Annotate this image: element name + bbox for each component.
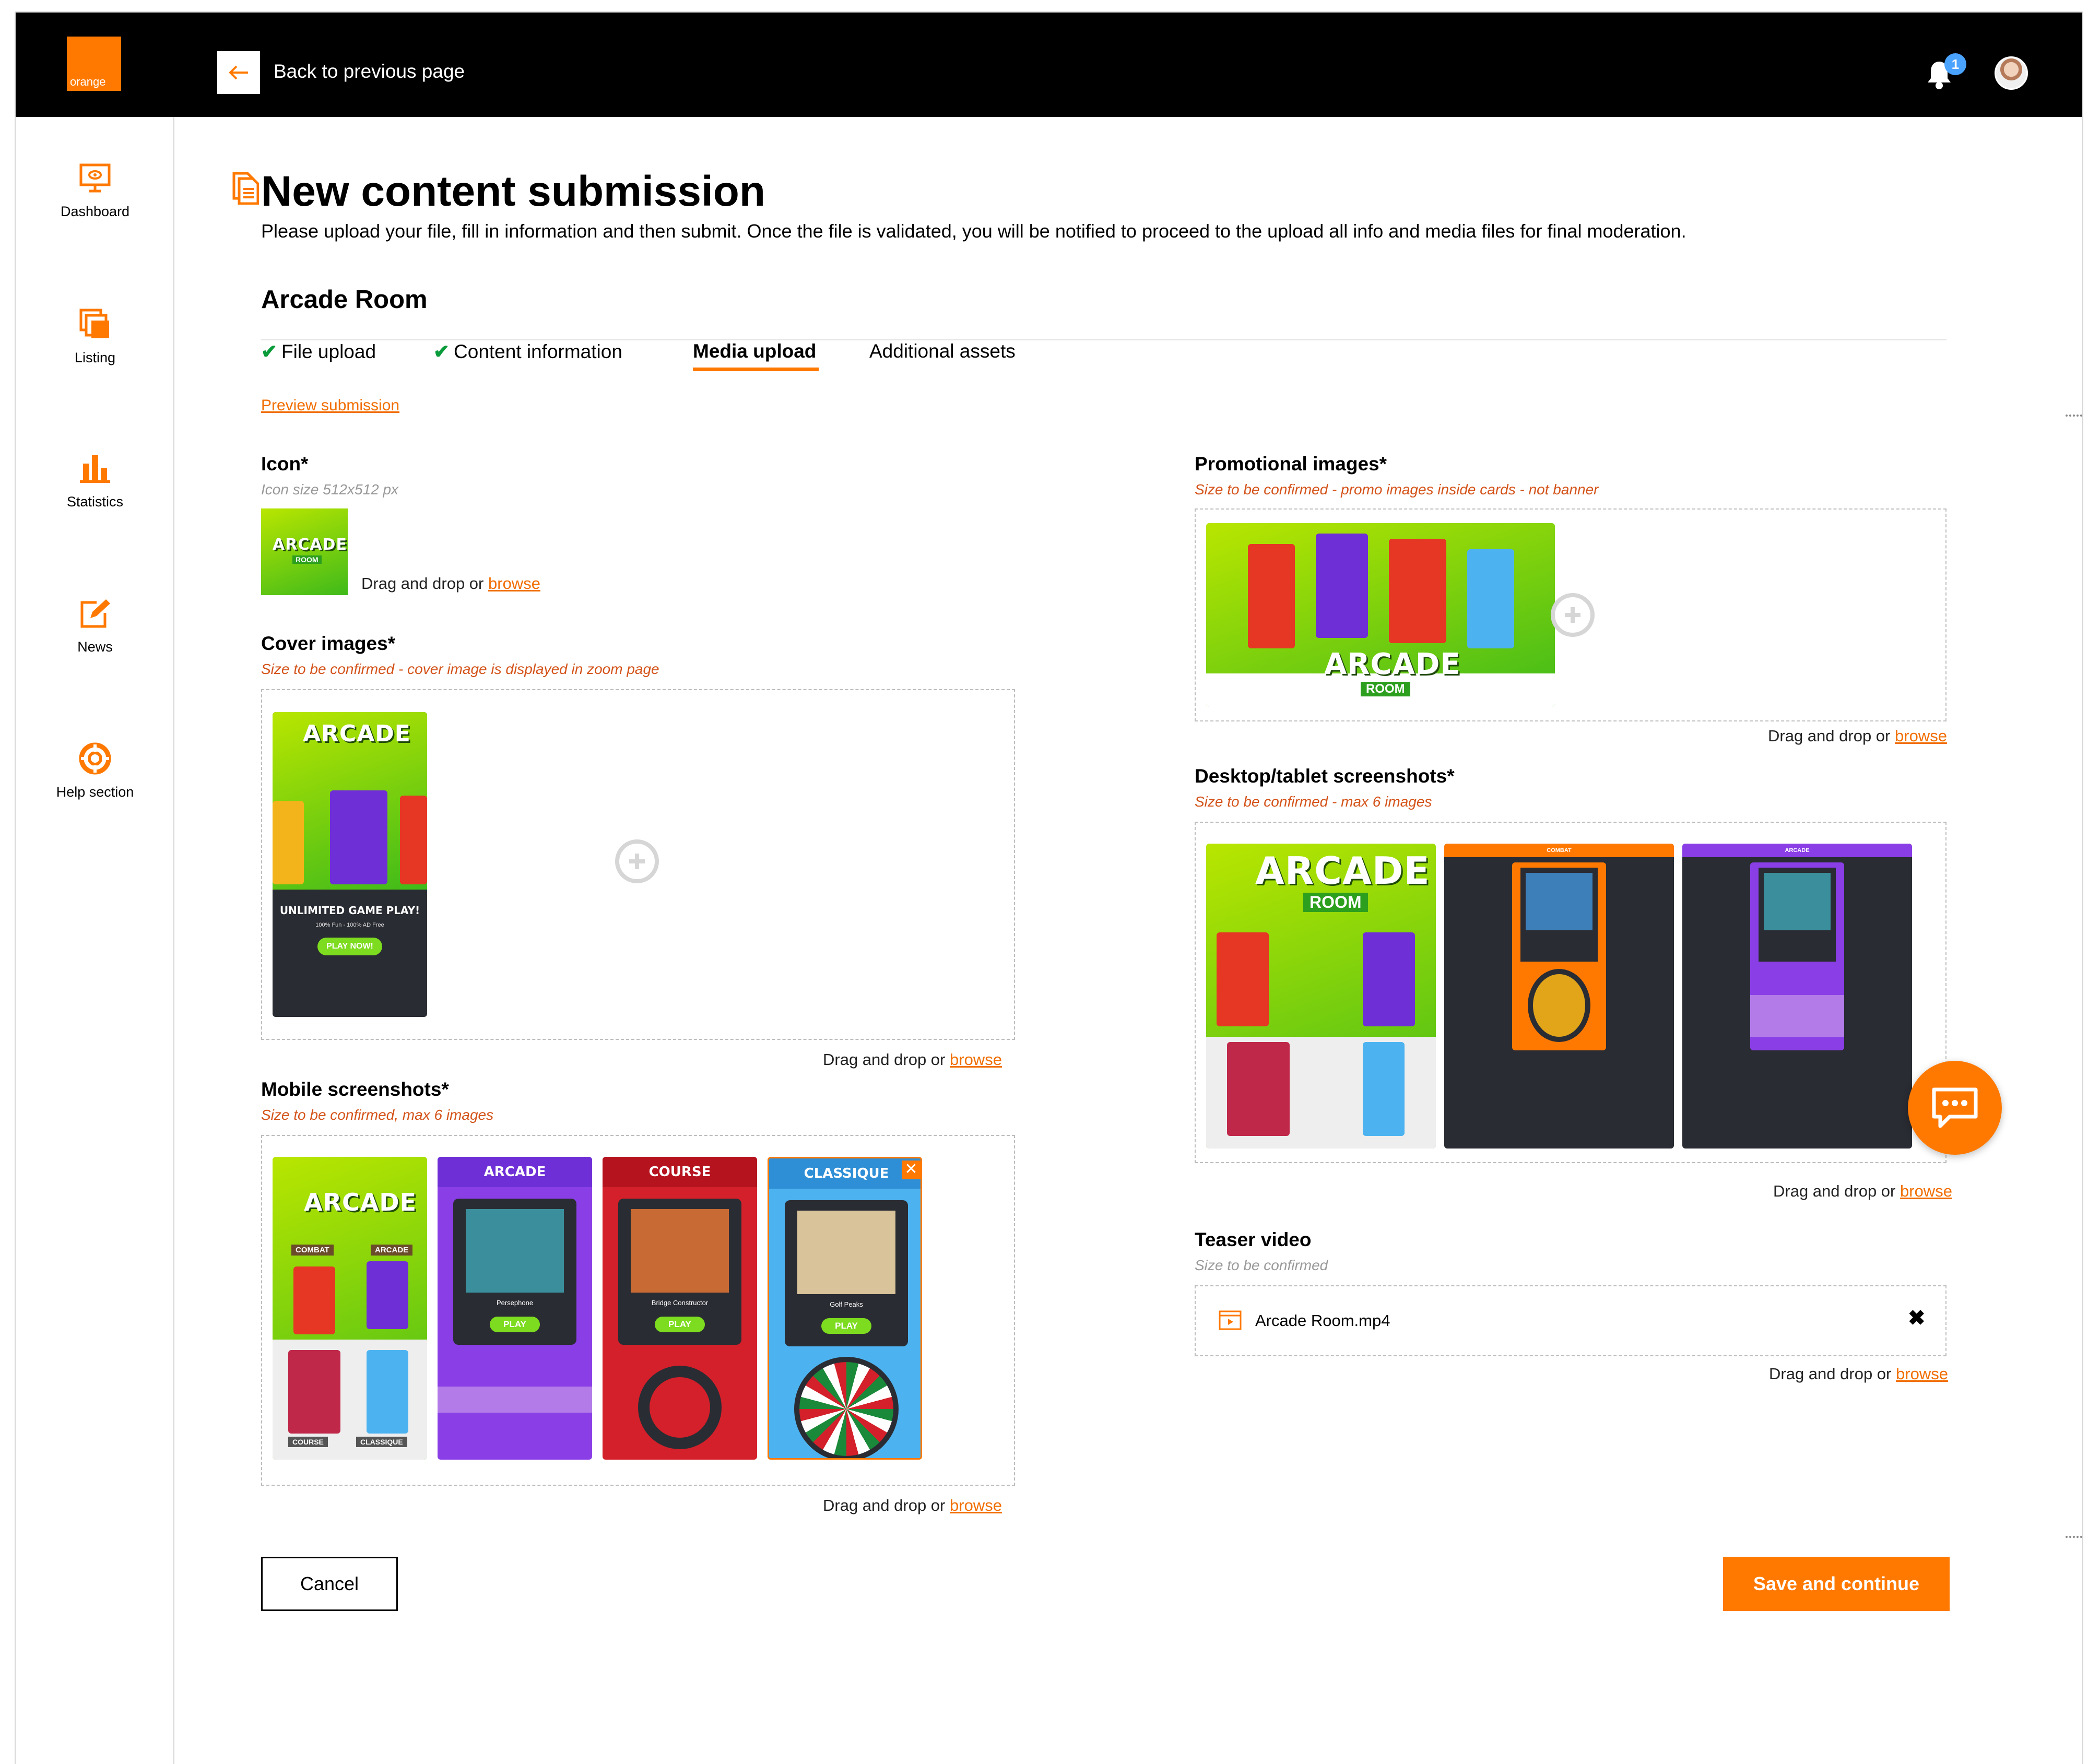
icon-label: Icon* xyxy=(261,453,309,475)
lifebuoy-icon xyxy=(79,742,111,775)
teaser-label: Teaser video xyxy=(1195,1229,1312,1250)
sidebar-item-dashboard[interactable]: Dashboard xyxy=(16,162,174,220)
desktop-screenshot[interactable]: ARCADE xyxy=(1682,844,1912,1149)
avatar[interactable] xyxy=(1995,56,2028,90)
sidebar: Dashboard Listing Statistics News Help s… xyxy=(16,117,174,1764)
content-name: Arcade Room xyxy=(261,286,428,314)
tab-file-upload[interactable]: ✔ File upload xyxy=(261,340,376,363)
browse-link[interactable]: browse xyxy=(488,574,540,593)
document-icon xyxy=(232,172,259,205)
preview-submission-link[interactable]: Preview submission xyxy=(261,397,399,415)
cover-image[interactable]: ARCADE UNLIMITED GAME PLAY! 100% Fun - 1… xyxy=(273,712,427,1017)
cover-hint: Size to be confirmed - cover image is di… xyxy=(261,661,659,677)
check-icon: ✔ xyxy=(261,341,278,362)
orange-logo[interactable]: orange xyxy=(67,37,121,91)
tab-media-upload[interactable]: Media upload xyxy=(693,340,816,362)
chat-icon xyxy=(1932,1087,1978,1128)
desktop-label: Desktop/tablet screenshots* xyxy=(1195,765,1455,787)
notification-badge: 1 xyxy=(1944,53,1966,75)
add-image-icon[interactable] xyxy=(1551,593,1595,637)
browse-link[interactable]: browse xyxy=(1896,1365,1948,1383)
promo-drop-text: Drag and drop or browse xyxy=(1768,727,1947,745)
desktop-dropzone[interactable]: ARCADE ROOM COMBAT ARCADE xyxy=(1195,822,1947,1163)
icon-image[interactable]: ARCADE ROOM xyxy=(261,508,348,595)
promo-label: Promotional images* xyxy=(1195,453,1387,475)
teaser-file-row: Arcade Room.mp4 ✖ xyxy=(1195,1285,1947,1356)
edit-icon xyxy=(80,599,110,628)
video-file-icon xyxy=(1219,1310,1242,1330)
monitor-icon xyxy=(79,163,111,193)
tab-content-information[interactable]: ✔ Content information xyxy=(433,340,622,363)
icon-hint: Icon size 512x512 px xyxy=(261,481,399,498)
sidebar-item-listing[interactable]: Listing xyxy=(16,308,174,366)
check-icon: ✔ xyxy=(433,341,450,362)
browse-link[interactable]: browse xyxy=(1895,727,1947,745)
cancel-button[interactable]: Cancel xyxy=(261,1557,398,1611)
mobile-screenshot[interactable]: ARCADE COMBAT ARCADE COURSE CLASSIQUE xyxy=(273,1157,427,1460)
mobile-label: Mobile screenshots* xyxy=(261,1079,449,1100)
browse-link[interactable]: browse xyxy=(1900,1182,1952,1200)
add-image-icon[interactable] xyxy=(615,839,659,883)
cover-dropzone[interactable]: ARCADE UNLIMITED GAME PLAY! 100% Fun - 1… xyxy=(261,689,1015,1040)
desktop-screenshot[interactable]: ARCADE ROOM xyxy=(1206,844,1436,1149)
remove-icon[interactable]: ✕ xyxy=(902,1161,921,1179)
browse-link[interactable]: browse xyxy=(950,1496,1002,1514)
top-bar: orange Back to previous page 1 xyxy=(16,13,2082,117)
arrow-left-icon xyxy=(229,65,248,80)
desktop-drop-text: Drag and drop or browse xyxy=(1773,1182,1952,1200)
tab-active-underline xyxy=(693,368,819,371)
promo-dropzone[interactable]: ARCADE ROOM xyxy=(1195,508,1947,721)
back-button[interactable] xyxy=(217,51,260,94)
tab-additional-assets[interactable]: Additional assets xyxy=(869,340,1016,362)
sidebar-item-help[interactable]: Help section xyxy=(16,742,174,800)
listing-icon xyxy=(79,309,109,338)
close-icon[interactable]: ✖ xyxy=(1908,1306,1926,1330)
save-and-continue-button[interactable]: Save and continue xyxy=(1723,1557,1950,1611)
mobile-screenshot[interactable]: CLASSIQUE ✕ Golf Peaks PLAY xyxy=(768,1157,922,1460)
app-window: orange Back to previous page 1 Dashboard… xyxy=(15,11,2083,1764)
main-content: New content submission Please upload you… xyxy=(174,117,2082,1764)
mobile-hint: Size to be confirmed, max 6 images xyxy=(261,1107,494,1123)
teaser-hint: Size to be confirmed xyxy=(1195,1257,1328,1273)
page-description: Please upload your file, fill in informa… xyxy=(261,220,1686,242)
back-link[interactable]: Back to previous page xyxy=(274,61,465,82)
desktop-screenshot[interactable]: COMBAT xyxy=(1444,844,1674,1149)
desktop-hint: Size to be confirmed - max 6 images xyxy=(1195,794,1432,810)
browse-link[interactable]: browse xyxy=(950,1050,1002,1069)
mobile-screenshot[interactable]: COURSE Bridge Constructor PLAY xyxy=(603,1157,757,1460)
scroll-marker xyxy=(2066,1536,2082,1538)
bar-chart-icon xyxy=(80,455,110,483)
cover-label: Cover images* xyxy=(261,633,396,654)
chat-button[interactable] xyxy=(1908,1061,2002,1155)
scroll-marker xyxy=(2066,415,2082,417)
mobile-drop-text: Drag and drop or browse xyxy=(823,1496,1002,1514)
teaser-file-name: Arcade Room.mp4 xyxy=(1255,1311,1390,1330)
teaser-drop-text: Drag and drop or browse xyxy=(1769,1365,1948,1383)
cover-drop-text: Drag and drop or browse xyxy=(823,1050,1002,1069)
icon-drop-text: Drag and drop or browse xyxy=(361,574,540,593)
mobile-screenshot[interactable]: ARCADE Persephone PLAY xyxy=(438,1157,592,1460)
mobile-dropzone[interactable]: ARCADE COMBAT ARCADE COURSE CLASSIQUE AR… xyxy=(261,1135,1015,1486)
sidebar-item-news[interactable]: News xyxy=(16,597,174,655)
promo-hint: Size to be confirmed - promo images insi… xyxy=(1195,481,1599,498)
page-title: New content submission xyxy=(261,168,765,215)
sidebar-item-statistics[interactable]: Statistics xyxy=(16,452,174,510)
promo-image[interactable]: ARCADE ROOM xyxy=(1206,523,1555,707)
